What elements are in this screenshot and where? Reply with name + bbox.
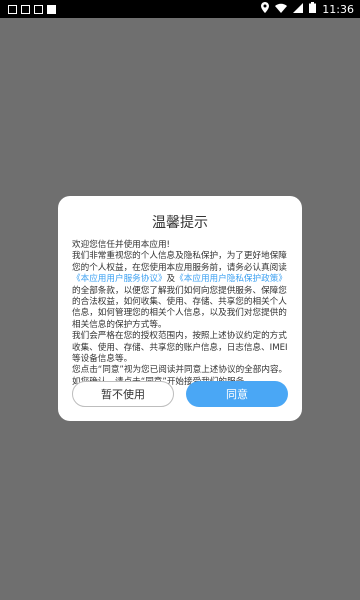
system-icons: 11:36 (261, 2, 360, 16)
status-bar: 11:36 (0, 0, 360, 18)
signal-icon (293, 2, 304, 16)
policy-text-b: 的全部条款，以便您了解我们如何向您提供服务、保障您的合法权益，如何收集、使用、存… (72, 285, 287, 330)
decline-button[interactable]: 暂不使用 (72, 381, 174, 407)
notification-icons (0, 4, 56, 14)
and-text: 及 (166, 274, 176, 285)
square-outline-icon (21, 4, 30, 14)
battery-icon (309, 2, 317, 16)
scope-paragraph: 我们会严格在您的授权范围内，按照上述协议约定的方式收集、使用、存储、共享您的账户… (72, 331, 288, 365)
accept-button[interactable]: 同意 (186, 381, 288, 407)
policy-text-a: 我们非常重视您的个人信息及隐私保护，为了更好地保障您的个人权益，在您使用本应用服… (72, 251, 287, 273)
privacy-dialog: 温馨提示 欢迎您信任并使用本应用! 我们非常重视您的个人信息及隐私保护，为了更好… (58, 196, 302, 421)
privacy-policy-link[interactable]: 《本应用用户隐私保护政策》 (175, 274, 287, 284)
dialog-content[interactable]: 欢迎您信任并使用本应用! 我们非常重视您的个人信息及隐私保护，为了更好地保障您的… (72, 240, 288, 388)
dialog-actions: 暂不使用 同意 (72, 381, 288, 407)
service-agreement-link[interactable]: 《本应用用户服务协议》 (72, 274, 167, 284)
wifi-icon (275, 3, 288, 16)
square-outline-icon (8, 4, 17, 14)
clock: 11:36 (322, 2, 354, 16)
welcome-text: 欢迎您信任并使用本应用! (72, 240, 170, 250)
square-outline-icon (34, 4, 43, 14)
policy-paragraph: 我们非常重视您的个人信息及隐私保护，为了更好地保障您的个人权益，在您使用本应用服… (72, 251, 288, 331)
location-icon (261, 2, 270, 16)
square-solid-icon (47, 4, 56, 14)
dialog-title: 温馨提示 (152, 215, 208, 231)
